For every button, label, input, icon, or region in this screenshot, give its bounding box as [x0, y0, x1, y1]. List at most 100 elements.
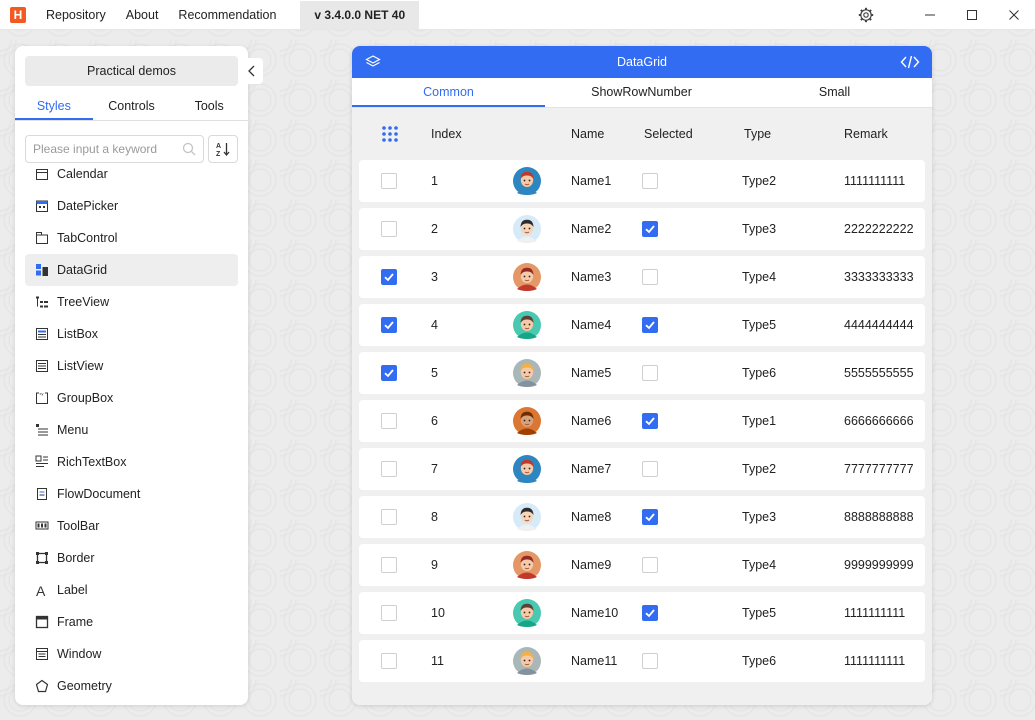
sidebar-item-treeview[interactable]: TreeView: [25, 286, 238, 318]
cell-name: Name6: [571, 414, 612, 428]
table-row[interactable]: 9 Name9 Type4 9999999999: [359, 544, 925, 586]
tabcontrol-icon: [36, 232, 48, 244]
row-checkbox[interactable]: [381, 317, 397, 333]
selected-checkbox[interactable]: [642, 317, 658, 333]
row-checkbox[interactable]: [381, 413, 397, 429]
select-all-button[interactable]: [381, 108, 399, 160]
column-header-selected[interactable]: Selected: [644, 108, 693, 160]
selected-checkbox[interactable]: [642, 557, 658, 573]
checkmark-icon: [645, 513, 655, 522]
row-checkbox[interactable]: [381, 509, 397, 525]
table-row[interactable]: 10 Name10 Type5 1111111111: [359, 592, 925, 634]
checkmark-icon: [384, 369, 394, 378]
column-header-type[interactable]: Type: [744, 108, 771, 160]
sidebar-item-label[interactable]: A Label: [25, 574, 238, 606]
sidebar-item-border[interactable]: Border: [25, 542, 238, 574]
collapse-panel-button[interactable]: [241, 58, 263, 84]
cell-type: Type3: [742, 510, 777, 524]
richtextbox-icon: [35, 455, 48, 467]
table-row[interactable]: 3 Name3 Type4 3333333333: [359, 256, 925, 298]
cell-name: Name2: [571, 222, 612, 236]
search-input[interactable]: [33, 142, 178, 156]
selected-checkbox[interactable]: [642, 509, 658, 525]
sidebar-item-window[interactable]: Window: [25, 638, 238, 670]
sidebar-item-geometry[interactable]: Geometry: [25, 670, 238, 702]
row-checkbox[interactable]: [381, 173, 397, 189]
row-checkbox[interactable]: [381, 461, 397, 477]
sidebar-item-toolbar[interactable]: ToolBar: [25, 510, 238, 542]
practical-demos-button[interactable]: Practical demos: [25, 56, 238, 86]
row-checkbox[interactable]: [381, 221, 397, 237]
tab-common[interactable]: Common: [352, 78, 545, 107]
selected-checkbox[interactable]: [642, 365, 658, 381]
selected-checkbox[interactable]: [642, 269, 658, 285]
column-header-index[interactable]: Index: [431, 108, 462, 160]
maximize-button[interactable]: [951, 0, 993, 30]
tab-styles[interactable]: Styles: [15, 93, 93, 120]
avatar: [513, 647, 541, 675]
sidebar-item-tabcontrol[interactable]: TabControl: [25, 222, 238, 254]
tab-tools[interactable]: Tools: [170, 93, 248, 120]
tab-show-row-number[interactable]: ShowRowNumber: [545, 78, 738, 107]
avatar: [513, 407, 541, 435]
column-header-name[interactable]: Name: [571, 108, 604, 160]
cell-index: 7: [431, 462, 438, 476]
selected-checkbox[interactable]: [642, 605, 658, 621]
sidebar-item-flowdocument[interactable]: FlowDocument: [25, 478, 238, 510]
menu-repository[interactable]: Repository: [36, 0, 116, 30]
table-row[interactable]: 4 Name4 Type5 4444444444: [359, 304, 925, 346]
minimize-button[interactable]: [909, 0, 951, 30]
cell-name: Name11: [571, 654, 618, 668]
maximize-icon: [967, 10, 977, 20]
row-checkbox[interactable]: [381, 269, 397, 285]
cell-type: Type6: [742, 654, 777, 668]
cell-name: Name3: [571, 270, 612, 284]
menu-recommendation[interactable]: Recommendation: [168, 0, 286, 30]
table-row[interactable]: 5 Name5 Type6 5555555555: [359, 352, 925, 394]
table-row[interactable]: 1 Name1 Type2 1111111111: [359, 160, 925, 202]
sidebar-item-listview[interactable]: ListView: [25, 350, 238, 382]
cell-remark: 1111111111: [844, 654, 906, 668]
table-row[interactable]: 7 Name7 Type2 7777777777: [359, 448, 925, 490]
selected-checkbox[interactable]: [642, 461, 658, 477]
sort-button[interactable]: A Z: [208, 135, 238, 163]
sidebar-item-groupbox[interactable]: xy GroupBox: [25, 382, 238, 414]
table-row[interactable]: 6 Name6 Type1 6666666666: [359, 400, 925, 442]
sidebar-item-calendar[interactable]: Calendar: [25, 166, 238, 190]
row-checkbox[interactable]: [381, 557, 397, 573]
selected-checkbox[interactable]: [642, 173, 658, 189]
settings-button[interactable]: [845, 0, 887, 30]
tab-small[interactable]: Small: [738, 78, 931, 107]
avatar: [513, 503, 541, 531]
gear-icon: [858, 7, 874, 23]
selected-checkbox[interactable]: [642, 221, 658, 237]
left-tab-bar: Styles Controls Tools: [15, 93, 248, 121]
row-checkbox[interactable]: [381, 365, 397, 381]
svg-text:Z: Z: [216, 151, 221, 157]
menu-about[interactable]: About: [116, 0, 169, 30]
sidebar-item-datepicker[interactable]: DatePicker: [25, 190, 238, 222]
checkmark-icon: [645, 609, 655, 618]
layers-icon[interactable]: [365, 54, 381, 70]
sidebar-item-datagrid[interactable]: DataGrid: [25, 254, 238, 286]
sidebar-item-label: FlowDocument: [57, 487, 141, 501]
close-button[interactable]: [993, 0, 1035, 30]
selected-checkbox[interactable]: [642, 413, 658, 429]
table-row[interactable]: 8 Name8 Type3 8888888888: [359, 496, 925, 538]
sidebar-item-richtextbox[interactable]: RichTextBox: [25, 446, 238, 478]
sidebar-item-menu[interactable]: Menu: [25, 414, 238, 446]
table-row[interactable]: 2 Name2 Type3 2222222222: [359, 208, 925, 250]
calendar-icon: [36, 169, 48, 180]
sidebar-item-label: Geometry: [57, 679, 112, 693]
selected-checkbox[interactable]: [642, 653, 658, 669]
cell-type: Type4: [742, 270, 777, 284]
code-icon[interactable]: [900, 54, 920, 70]
table-row[interactable]: 11 Name11 Type6 1111111111: [359, 640, 925, 682]
column-header-remark[interactable]: Remark: [844, 108, 888, 160]
sidebar-item-listbox[interactable]: ListBox: [25, 318, 238, 350]
tab-controls[interactable]: Controls: [93, 93, 171, 120]
cell-name: Name4: [571, 318, 612, 332]
sidebar-item-frame[interactable]: Frame: [25, 606, 238, 638]
row-checkbox[interactable]: [381, 653, 397, 669]
row-checkbox[interactable]: [381, 605, 397, 621]
